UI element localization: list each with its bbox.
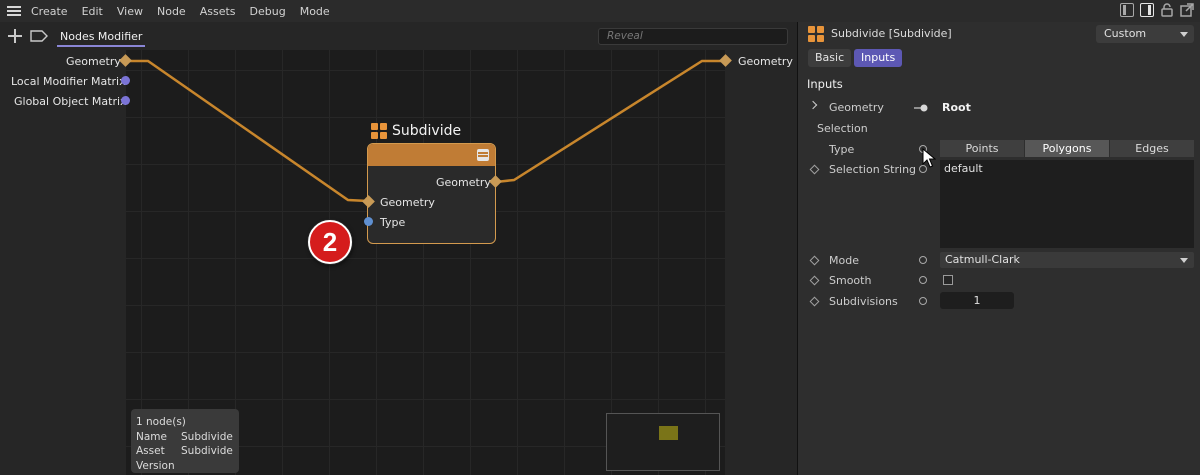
info-key-asset: Asset xyxy=(136,445,165,457)
keyframe-icon[interactable] xyxy=(809,296,820,307)
node-header[interactable] xyxy=(368,144,495,166)
output-ports-panel xyxy=(725,50,797,475)
menu-mode[interactable]: Mode xyxy=(300,5,330,18)
keyframe-icon[interactable] xyxy=(809,255,820,266)
minimap-node xyxy=(659,426,678,440)
node-input-type-port[interactable] xyxy=(364,217,373,226)
subdivisions-animate-icon[interactable] xyxy=(919,297,927,305)
tag-icon[interactable] xyxy=(30,30,48,42)
type-option-edges[interactable]: Edges xyxy=(1110,140,1194,157)
selection-string-label: Selection String xyxy=(829,163,917,176)
node-editor-toolbar: Nodes Modifier Reveal xyxy=(0,22,797,50)
smooth-animate-icon[interactable] xyxy=(919,276,927,284)
info-value-asset: Subdivide xyxy=(181,445,233,457)
geometry-label: Geometry xyxy=(829,101,884,114)
tab-inputs[interactable]: Inputs xyxy=(854,49,903,67)
selection-string-animate-icon[interactable] xyxy=(919,165,927,173)
callout-badge-2: 2 xyxy=(308,220,352,264)
mode-dropdown[interactable]: Catmull-Clark xyxy=(940,252,1194,268)
toggle-right-panel-icon[interactable] xyxy=(1140,3,1154,17)
subdivisions-label: Subdivisions xyxy=(829,295,898,308)
minimap[interactable] xyxy=(606,413,720,471)
node-input-type-label: Type xyxy=(380,216,406,229)
node-menu-icon[interactable] xyxy=(477,149,489,161)
info-value-name: Subdivide xyxy=(181,430,233,443)
tab-nodes-modifier[interactable]: Nodes Modifier xyxy=(57,27,146,47)
menu-edit[interactable]: Edit xyxy=(82,5,103,18)
add-node-icon[interactable] xyxy=(8,29,22,43)
type-option-points[interactable]: Points xyxy=(940,140,1024,157)
info-key-version: Version xyxy=(136,459,175,472)
port-label-geometry-out: Geometry xyxy=(738,55,793,68)
input-ports-panel xyxy=(0,50,126,475)
port-label-geometry-in: Geometry xyxy=(66,55,121,68)
port-local-modifier-matrix[interactable] xyxy=(121,76,130,85)
selection-string-field[interactable]: default xyxy=(940,160,1194,248)
keyframe-icon[interactable] xyxy=(809,275,820,286)
port-global-object-matrix[interactable] xyxy=(121,96,130,105)
port-label-global-object-matrix: Global Object Matrix xyxy=(14,95,127,108)
menu-assets[interactable]: Assets xyxy=(200,5,236,18)
selection-label: Selection xyxy=(817,122,868,135)
section-title: Inputs xyxy=(807,77,843,91)
window-controls xyxy=(1120,3,1194,17)
menu-create[interactable]: Create xyxy=(31,5,68,18)
node-input-geometry-label: Geometry xyxy=(380,196,435,209)
menu-view[interactable]: View xyxy=(117,5,143,18)
info-node-count: 1 node(s) xyxy=(136,416,186,428)
hamburger-menu-icon[interactable] xyxy=(7,6,21,16)
lock-icon[interactable] xyxy=(1160,3,1174,17)
type-label: Type xyxy=(829,143,855,156)
chevron-right-icon[interactable] xyxy=(808,100,818,110)
mode-label: Mode xyxy=(829,254,859,267)
tab-basic[interactable]: Basic xyxy=(808,49,852,67)
menu-bar: Create Edit View Node Assets Debug Mode xyxy=(0,0,1200,22)
info-key-name: Name xyxy=(136,430,167,443)
type-option-polygons[interactable]: Polygons xyxy=(1025,140,1109,157)
menu-node[interactable]: Node xyxy=(157,5,186,18)
link-icon[interactable] xyxy=(914,103,928,113)
subdivide-node-icon xyxy=(371,123,387,139)
toggle-left-panel-icon[interactable] xyxy=(1120,3,1134,17)
attribute-panel: Subdivide [Subdivide] Custom Basic Input… xyxy=(797,22,1200,475)
node-info-box: 1 node(s) Name Subdivide Asset Subdivide V… xyxy=(131,409,239,473)
subdivisions-field[interactable]: 1 xyxy=(940,292,1014,309)
mode-animate-icon[interactable] xyxy=(919,256,927,264)
mode-value: Catmull-Clark xyxy=(945,253,1020,266)
node-output-geometry-label: Geometry xyxy=(436,176,491,189)
subdivide-attr-icon xyxy=(808,26,824,42)
smooth-checkbox[interactable] xyxy=(943,275,953,285)
chevron-down-icon xyxy=(1180,32,1188,37)
geometry-value[interactable]: Root xyxy=(942,101,971,114)
reveal-search-input[interactable]: Reveal xyxy=(598,28,788,45)
preset-value: Custom xyxy=(1104,27,1147,40)
smooth-label: Smooth xyxy=(829,274,872,287)
preset-dropdown[interactable]: Custom xyxy=(1096,25,1194,43)
node-title[interactable]: Subdivide xyxy=(392,123,461,139)
detach-window-icon[interactable] xyxy=(1180,3,1194,17)
keyframe-icon[interactable] xyxy=(809,164,820,175)
chevron-down-icon xyxy=(1180,258,1188,263)
port-label-local-modifier-matrix: Local Modifier Matrix xyxy=(11,75,126,88)
menu-debug[interactable]: Debug xyxy=(250,5,286,18)
attribute-title: Subdivide [Subdivide] xyxy=(831,27,952,40)
